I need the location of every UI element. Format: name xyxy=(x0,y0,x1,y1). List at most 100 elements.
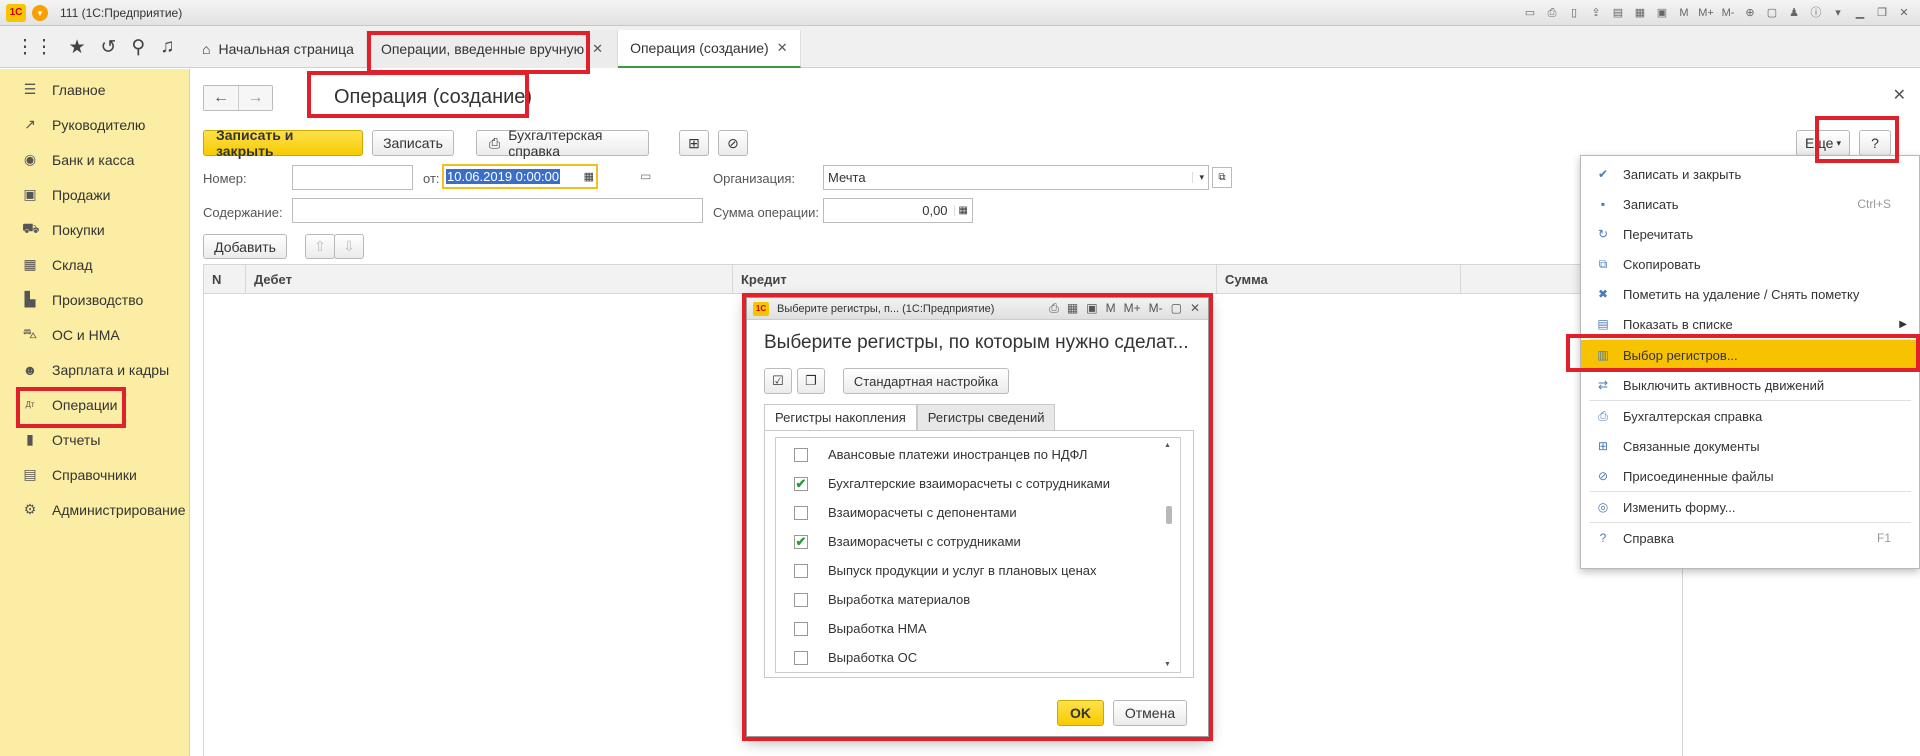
sum-field[interactable]: 0,00 ▦ xyxy=(823,198,973,223)
scroll-thumb[interactable] xyxy=(1166,506,1172,524)
menu-item[interactable]: ▥ Выбор регистров... xyxy=(1581,340,1919,370)
tab-accumulation-registers[interactable]: Регистры накопления xyxy=(764,404,917,430)
history-icon[interactable]: ↺ xyxy=(100,36,116,59)
move-up-icon[interactable]: ⇧ xyxy=(305,234,335,259)
scrollbar[interactable]: ▲ ▼ xyxy=(1164,442,1174,668)
sidebar-item[interactable]: ◉ Банк и касса xyxy=(0,142,189,177)
open-organization-icon[interactable]: ⧉ xyxy=(1212,167,1232,188)
memory-m-icon[interactable]: M xyxy=(1674,3,1694,23)
sidebar-item[interactable]: ⚙ Администрирование xyxy=(0,492,189,527)
search-icon[interactable]: ⚲ xyxy=(131,36,145,59)
tab-info-registers[interactable]: Регистры сведений xyxy=(916,404,1056,430)
bell-icon[interactable]: ♫ xyxy=(160,36,174,58)
register-row[interactable]: Взаиморасчеты с депонентами xyxy=(776,498,1180,527)
tab-manual-operations[interactable]: Операции, введенные вручную ✕ xyxy=(366,30,619,68)
menu-item[interactable]: ◎ Изменить форму... xyxy=(1581,492,1919,522)
memory-minus-icon[interactable]: M- xyxy=(1718,3,1738,23)
dropdown-arrow-icon[interactable]: ▾ xyxy=(1192,172,1204,183)
register-row[interactable]: Авансовые платежи иностранцев по НДФЛ xyxy=(776,440,1180,469)
menu-item[interactable]: ⇄ Выключить активность движений xyxy=(1581,370,1919,400)
close-tab-icon[interactable]: ✕ xyxy=(592,41,603,57)
more-button[interactable]: Еще ▾ xyxy=(1796,130,1850,156)
menu-item[interactable]: ✔ Записать и закрыть xyxy=(1581,159,1919,189)
accounting-report-button[interactable]: ⎙ Бухгалтерская справка xyxy=(476,127,649,159)
back-arrow-icon[interactable]: ← xyxy=(204,86,238,110)
register-checkbox[interactable]: ✔ xyxy=(794,476,808,491)
comment-icon[interactable]: ▭ xyxy=(640,169,651,183)
register-checkbox[interactable] xyxy=(794,563,808,578)
preview-icon[interactable]: ▯ xyxy=(1564,3,1584,23)
column-sum[interactable]: Сумма xyxy=(1217,265,1461,293)
register-row[interactable]: ✔ Взаиморасчеты с сотрудниками xyxy=(776,527,1180,556)
print-icon[interactable]: ⎙ xyxy=(1049,301,1059,316)
check-all-icon[interactable]: ☑ xyxy=(764,368,792,394)
sidebar-item[interactable]: ⛟ Покупки xyxy=(0,212,189,247)
add-row-button[interactable]: Добавить xyxy=(203,234,287,259)
menu-item[interactable]: ⧉ Скопировать xyxy=(1581,249,1919,279)
memory-minus-icon[interactable]: M- xyxy=(1149,301,1163,316)
register-checkbox[interactable] xyxy=(794,592,808,607)
sidebar-item[interactable]: ☰ Главное xyxy=(0,72,189,107)
register-checkbox[interactable] xyxy=(794,505,808,520)
restore-icon[interactable]: ❐ xyxy=(1872,3,1892,23)
sidebar-item[interactable]: ⛍ ОС и НМА xyxy=(0,317,189,352)
help-button[interactable]: ? xyxy=(1859,130,1891,156)
sidebar-item[interactable]: ▣ Продажи xyxy=(0,177,189,212)
zoom-icon[interactable]: ⊕ xyxy=(1740,3,1760,23)
menu-item[interactable]: ▤ Показать в списке ▶ xyxy=(1581,309,1919,339)
info-icon[interactable]: ⓘ xyxy=(1806,3,1826,23)
print-icon[interactable]: ⎙ xyxy=(1542,3,1562,23)
sidebar-item[interactable]: ↗ Руководителю xyxy=(0,107,189,142)
sidebar-item[interactable]: Дт Операции xyxy=(0,387,189,422)
menu-item[interactable]: ↻ Перечитать xyxy=(1581,219,1919,249)
organization-field[interactable]: Мечта ▾ xyxy=(823,165,1209,190)
register-row[interactable]: Выработка материалов xyxy=(776,585,1180,614)
minimize-icon[interactable]: ▁ xyxy=(1850,3,1870,23)
standard-settings-button[interactable]: Стандартная настройка xyxy=(843,368,1009,394)
upload-icon[interactable]: ⇪ xyxy=(1586,3,1606,23)
save-close-button[interactable]: Записать и закрыть xyxy=(203,127,363,159)
column-credit[interactable]: Кредит xyxy=(733,265,1217,293)
content-field[interactable] xyxy=(292,198,703,223)
register-row[interactable]: Выработка НМА xyxy=(776,614,1180,643)
scroll-up-icon[interactable]: ▲ xyxy=(1164,442,1171,449)
register-checkbox[interactable] xyxy=(794,447,808,462)
close-form-icon[interactable]: ✕ xyxy=(1893,85,1906,105)
uncheck-all-icon[interactable]: ❐ xyxy=(797,368,825,394)
maximize-icon[interactable]: ▢ xyxy=(1171,301,1182,316)
structure-icon[interactable]: ⊞ xyxy=(679,130,709,156)
menu-item[interactable]: ? Справка F1 xyxy=(1581,523,1919,553)
memory-plus-icon[interactable]: M+ xyxy=(1696,3,1716,23)
user-icon[interactable]: ♟ xyxy=(1784,3,1804,23)
register-checkbox[interactable] xyxy=(794,621,808,636)
sidebar-item[interactable]: ▤ Справочники xyxy=(0,457,189,492)
register-row[interactable]: ✔ Бухгалтерские взаиморасчеты с сотрудник… xyxy=(776,469,1180,498)
menu-item[interactable]: ⎙ Бухгалтерская справка xyxy=(1581,401,1919,431)
register-checkbox[interactable]: ✔ xyxy=(794,534,808,549)
calendar-icon[interactable]: ▦ xyxy=(584,170,594,183)
ok-button[interactable]: OK xyxy=(1057,700,1104,726)
attachment-icon[interactable]: ⊘ xyxy=(718,130,748,156)
memory-plus-icon[interactable]: M+ xyxy=(1124,301,1141,316)
column-debit[interactable]: Дебет xyxy=(246,265,733,293)
table-icon[interactable]: ▦ xyxy=(1067,301,1078,316)
register-row[interactable]: Выработка ОС xyxy=(776,643,1180,672)
menu-item[interactable]: ▪ Записать Ctrl+S xyxy=(1581,189,1919,219)
close-window-icon[interactable]: ✕ xyxy=(1894,3,1914,23)
save-button[interactable]: Записать xyxy=(372,130,454,156)
star-icon[interactable]: ★ xyxy=(68,36,85,59)
tab-home[interactable]: ⌂ Начальная страница xyxy=(190,30,367,68)
save-icon[interactable]: ▭ xyxy=(1520,3,1540,23)
move-down-icon[interactable]: ⇩ xyxy=(334,234,364,259)
register-checkbox[interactable] xyxy=(794,650,808,665)
register-row[interactable]: Выпуск продукции и услуг в плановых цена… xyxy=(776,556,1180,585)
sidebar-item[interactable]: ▙ Производство xyxy=(0,282,189,317)
scroll-down-icon[interactable]: ▼ xyxy=(1164,661,1171,668)
menu-item[interactable]: ✖ Пометить на удаление / Снять пометку xyxy=(1581,279,1919,309)
calendar-icon[interactable]: ▣ xyxy=(1652,3,1672,23)
calculator-icon[interactable]: ▦ xyxy=(953,205,968,216)
menu-item[interactable]: ⊘ Присоединенные файлы xyxy=(1581,461,1919,491)
memory-m-icon[interactable]: M xyxy=(1106,301,1116,316)
date-field[interactable]: 10.06.2019 0:00:00 ▦ xyxy=(442,164,598,189)
number-field[interactable] xyxy=(292,165,413,190)
